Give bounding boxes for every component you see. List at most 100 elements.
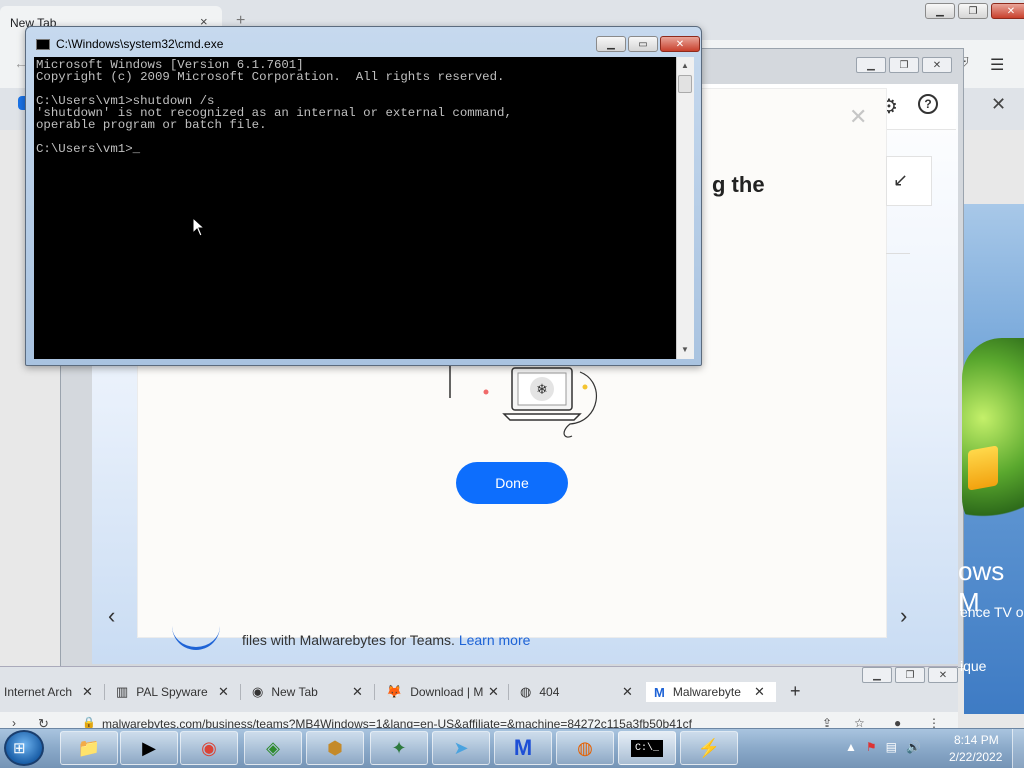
minimize-button[interactable]: ▁	[925, 3, 955, 19]
globe-icon: ◍	[520, 684, 532, 699]
system-tray: ▲ ⚑ ▤ 🔊	[845, 740, 921, 754]
show-desktop-button[interactable]	[1012, 729, 1024, 768]
tab-label: New Tab	[271, 685, 318, 699]
new-tab-icon[interactable]: +	[790, 681, 801, 702]
background-window-controls: ▁ ❐ ✕	[925, 3, 1024, 19]
close-button[interactable]: ✕	[991, 3, 1024, 19]
learn-more-link[interactable]: Learn more	[459, 632, 531, 648]
scrollbar[interactable]	[676, 57, 694, 359]
close-button[interactable]: ✕	[928, 667, 958, 683]
close-icon[interactable]: ✕	[218, 684, 229, 700]
taskbar-avast[interactable]: ⚡	[680, 731, 738, 765]
divider	[886, 253, 910, 254]
laptop-illustration: ❄	[449, 366, 597, 438]
badge-icon: ⬢	[327, 737, 343, 758]
taskbar-windows-update[interactable]: ◈	[244, 731, 302, 765]
browser-tab[interactable]: ▥ PAL Spyware ✕	[116, 682, 238, 702]
tab-separator	[240, 684, 241, 700]
minimize-button[interactable]: ▁	[596, 36, 626, 52]
cmd-icon	[36, 39, 50, 50]
network-icon: ✦	[391, 737, 407, 758]
cmd-title: C:\Windows\system32\cmd.exe	[56, 37, 224, 51]
cmd-window-controls: ▁ ▭ ✕	[596, 36, 700, 52]
footer-text: files with Malwarebytes for Teams. Learn…	[242, 632, 530, 648]
scroll-down-icon[interactable]: ▼	[681, 345, 689, 354]
close-button[interactable]: ✕	[660, 36, 700, 52]
avast-icon: ⚡	[697, 737, 721, 758]
help-icon[interactable]: ?	[918, 94, 938, 114]
cmd-icon: C:\_	[630, 739, 663, 757]
malwarebytes-icon: M	[513, 735, 533, 760]
show-hidden-icons-icon[interactable]: ▲	[845, 740, 857, 754]
action-center-icon[interactable]: ⚑	[866, 740, 877, 754]
taskbar-send-app[interactable]: ➤	[432, 731, 490, 765]
scroll-up-icon[interactable]: ▲	[681, 61, 689, 70]
browser-tab[interactable]: ◍ 404 ✕	[520, 682, 642, 702]
svg-text:❄: ❄	[536, 381, 548, 397]
tab-label: 404	[539, 685, 560, 699]
bottom-browser-controls: ▁ ❐ ✕	[862, 667, 958, 683]
taskbar-explorer[interactable]: 📁	[60, 731, 118, 765]
cmd-console[interactable]: Microsoft Windows [Version 6.1.7601] Cop…	[34, 57, 694, 359]
taskbar-cmd[interactable]: C:\_	[618, 731, 676, 765]
network-icon[interactable]: ▤	[886, 740, 897, 754]
restore-button[interactable]: ❐	[895, 667, 925, 683]
close-icon[interactable]: ✕	[82, 684, 93, 700]
maximize-button[interactable]: ▭	[628, 36, 658, 52]
windows-logo-segment	[968, 445, 998, 491]
taskbar-shield-app[interactable]: ⬢	[306, 731, 364, 765]
minimize-button[interactable]: ▁	[856, 57, 886, 73]
taskbar-malwarebytes[interactable]: M	[494, 731, 552, 765]
wallpaper-button-text[interactable]: ique	[960, 658, 986, 674]
minimize-button[interactable]: ▁	[862, 667, 892, 683]
mouse-cursor-icon	[192, 217, 206, 237]
menu-icon[interactable]: ☰	[990, 55, 1004, 75]
volume-icon[interactable]: 🔊	[906, 740, 921, 754]
malwarebytes-window-controls: ▁ ❐ ✕	[856, 57, 952, 73]
close-button[interactable]: ✕	[922, 57, 952, 73]
firefox-icon: ◍	[577, 737, 593, 758]
close-icon[interactable]: ✕	[991, 94, 1006, 115]
tab-separator	[508, 684, 509, 700]
tab-label: Download | M	[410, 685, 484, 699]
wallpaper-subtext: ence TV o	[960, 604, 1024, 620]
close-icon[interactable]: ✕	[488, 684, 499, 700]
footer-message: files with Malwarebytes for Teams.	[242, 632, 455, 648]
browser-tab[interactable]: ◉ New Tab ✕	[252, 682, 372, 702]
folder-icon: 📁	[77, 737, 101, 758]
modal-close-icon[interactable]: ✕	[849, 104, 867, 130]
tab-separator	[104, 684, 105, 700]
clock-time[interactable]: 8:14 PM	[954, 733, 999, 747]
metamask-icon: 🦊	[386, 684, 403, 699]
tab-label: Internet Arch	[4, 685, 73, 699]
taskbar-chrome[interactable]: ◉	[180, 731, 238, 765]
close-icon[interactable]: ✕	[622, 684, 633, 700]
done-button[interactable]: Done	[456, 462, 568, 504]
taskbar-network-app[interactable]: ✦	[370, 731, 428, 765]
tab-label: Malwarebyte	[672, 685, 741, 699]
chevron-right-icon[interactable]: ›	[900, 603, 907, 629]
cmd-output: Microsoft Windows [Version 6.1.7601] Cop…	[36, 58, 512, 156]
scroll-thumb[interactable]	[678, 75, 692, 93]
restore-button[interactable]: ❐	[958, 3, 988, 19]
close-icon[interactable]: ✕	[754, 684, 765, 700]
taskbar-media-player[interactable]: ▶	[120, 731, 178, 765]
browser-tab[interactable]: 🦊 Download | M ✕	[386, 682, 508, 702]
malwarebytes-icon: M	[654, 684, 665, 700]
windows-flag-icon: ⊞	[13, 740, 26, 757]
clock-date[interactable]: 2/22/2022	[949, 750, 1002, 764]
collapse-arrow-icon[interactable]: ↙	[893, 170, 908, 191]
close-icon[interactable]: ✕	[352, 684, 363, 700]
chrome-icon: ◉	[252, 684, 264, 699]
chevron-left-icon[interactable]: ‹	[108, 603, 115, 629]
paper-plane-icon: ➤	[453, 737, 469, 758]
cmd-window[interactable]: C:\Windows\system32\cmd.exe ▁ ▭ ✕ Micros…	[25, 26, 702, 366]
windows-update-icon: ◈	[266, 737, 280, 758]
tab-label: PAL Spyware	[136, 685, 208, 699]
restore-button[interactable]: ❐	[889, 57, 919, 73]
windows-logo	[962, 338, 1024, 538]
browser-tab[interactable]: Internet Arch ✕	[4, 682, 100, 702]
taskbar-firefox[interactable]: ◍	[556, 731, 614, 765]
browser-tab-active[interactable]: M Malwarebyte ✕	[646, 682, 776, 702]
bank-icon: ▥	[116, 684, 129, 699]
